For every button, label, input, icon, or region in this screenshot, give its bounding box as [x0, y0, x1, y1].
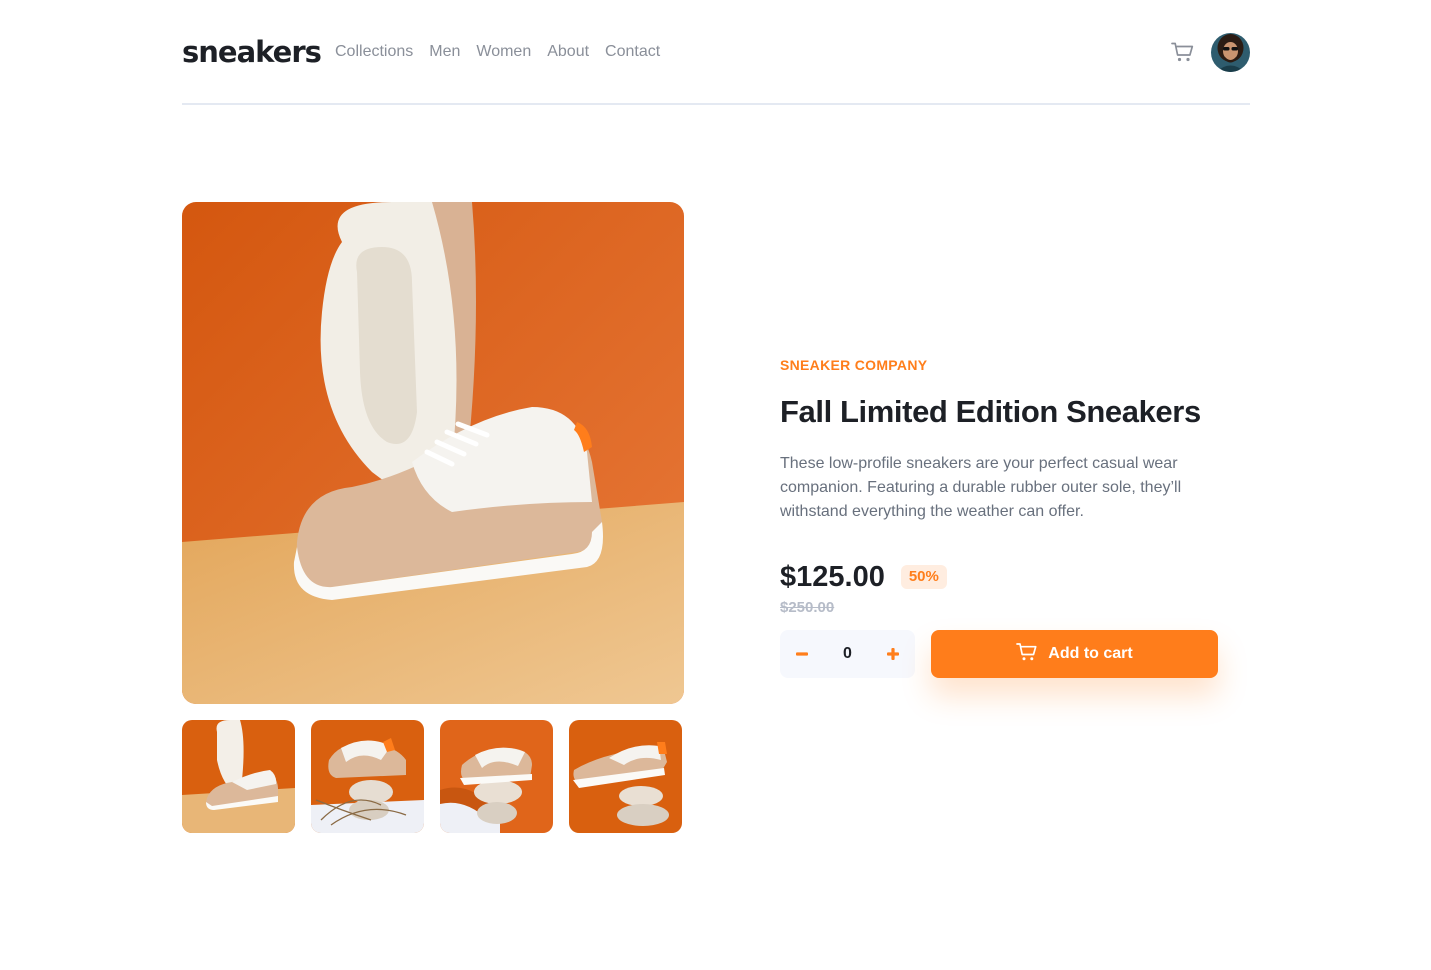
- product-page: sneakers Collections Men Women About Con…: [0, 0, 1431, 970]
- product-description: These low-profile sneakers are your perf…: [780, 455, 1182, 520]
- nav-men[interactable]: Men: [429, 42, 460, 62]
- minus-icon[interactable]: [794, 646, 810, 662]
- thumbnail-strip: [182, 720, 682, 833]
- plus-icon[interactable]: [885, 646, 901, 662]
- cart-icon[interactable]: [1171, 40, 1195, 64]
- quantity-stepper: 0: [780, 630, 915, 678]
- nav-contact[interactable]: Contact: [605, 42, 660, 62]
- price-row: $125.00 50%: [780, 560, 1220, 594]
- cart-icon: [1016, 642, 1038, 667]
- product-info: SNEAKER COMPANY Fall Limited Edition Sne…: [780, 356, 1220, 678]
- nav-collections[interactable]: Collections: [335, 42, 413, 62]
- quantity-value: 0: [843, 645, 852, 662]
- add-to-cart-button[interactable]: Add to cart: [931, 630, 1218, 678]
- company-name: SNEAKER COMPANY: [780, 357, 928, 373]
- logo[interactable]: sneakers: [182, 34, 322, 70]
- main-nav: Collections Men Women About Contact: [335, 42, 660, 62]
- thumbnail-4[interactable]: [569, 720, 682, 833]
- product-title: Fall Limited Edition Sneakers: [780, 394, 1201, 429]
- nav-women[interactable]: Women: [476, 42, 531, 62]
- discount-badge: 50%: [900, 565, 947, 589]
- nav-about[interactable]: About: [547, 42, 589, 62]
- current-price: $125.00: [780, 561, 885, 593]
- thumbnail-2[interactable]: [311, 720, 424, 833]
- thumbnail-1[interactable]: [182, 720, 295, 833]
- add-to-cart-label: Add to cart: [1048, 645, 1133, 662]
- purchase-actions: 0 Add to cart: [780, 630, 1220, 678]
- user-avatar[interactable]: [1211, 33, 1250, 72]
- main-product-image[interactable]: [182, 202, 684, 704]
- site-header: sneakers Collections Men Women About Con…: [182, 0, 1250, 105]
- original-price: $250.00: [780, 599, 835, 616]
- thumbnail-3[interactable]: [440, 720, 553, 833]
